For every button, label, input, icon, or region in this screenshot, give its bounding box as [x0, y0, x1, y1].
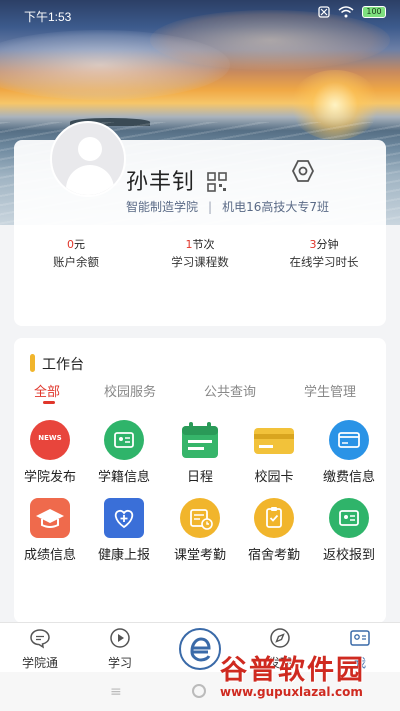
grid-item-label: 校园卡 — [254, 470, 294, 485]
calendar-icon — [180, 420, 220, 460]
payment-icon — [329, 420, 369, 460]
grid-item-label: 课堂考勤 — [173, 548, 226, 563]
news-badge-text: NEWS — [38, 434, 62, 442]
graduation-cap-icon — [30, 498, 70, 538]
grid-item-dorm-attendance[interactable]: 宿舍考勤 — [237, 498, 311, 563]
qr-code-icon[interactable] — [207, 172, 227, 192]
avatar-head — [78, 137, 102, 161]
battery-icon: 100 — [362, 6, 386, 18]
tab-student-management[interactable]: 学生管理 — [304, 381, 356, 400]
menu-icon[interactable]: ≡ — [110, 684, 122, 700]
watermark: 谷普软件园 www.gupuxlazal.com — [220, 648, 400, 700]
avatar-body — [66, 165, 114, 195]
avatar[interactable] — [50, 121, 126, 197]
grid-item-campus-card[interactable]: 校园卡 — [237, 420, 311, 485]
stat-unit: 节次 — [192, 238, 215, 251]
nav-label: 学习 — [107, 656, 132, 670]
status-bar: 下午1:53 100 — [0, 0, 400, 28]
stat-label: 在线学习时长 — [289, 255, 359, 269]
stat-value: 1 — [185, 238, 193, 251]
watermark-title: 谷普软件园 — [220, 655, 365, 686]
stat-study-time[interactable]: 3分钟 在线学习时长 — [262, 236, 386, 270]
home-icon[interactable] — [192, 684, 206, 698]
class-attendance-icon — [180, 498, 220, 538]
stat-label: 账户余额 — [53, 255, 99, 269]
stat-unit: 元 — [74, 238, 85, 251]
user-name: 孙丰钊 — [126, 170, 196, 195]
news-icon: NEWS — [30, 420, 70, 460]
grid-item-label: 缴费信息 — [322, 470, 375, 485]
stat-label: 学习课程数 — [171, 255, 229, 269]
grid-item-label: 学籍信息 — [97, 470, 150, 485]
profile-icon — [350, 630, 370, 646]
title-accent-bar — [30, 354, 35, 372]
dorm-attendance-icon — [254, 498, 294, 538]
grid-item-payment-info[interactable]: 缴费信息 — [312, 420, 386, 485]
center-logo-icon[interactable] — [179, 628, 221, 670]
school-info: 智能制造学院 | 机电16高技大专7班 — [126, 198, 329, 215]
stat-balance[interactable]: 0元 账户余额 — [14, 236, 138, 270]
stat-value: 3 — [309, 238, 317, 251]
workbench-tabs: 全部 校园服务 公共查询 学生管理 — [14, 381, 386, 411]
grid-item-label: 宿舍考勤 — [247, 548, 300, 563]
nav-item-college[interactable]: 学院通 — [10, 627, 70, 671]
card-icon — [254, 420, 294, 460]
compass-icon — [270, 628, 290, 648]
grid-item-college-news[interactable]: NEWS 学院发布 — [13, 420, 87, 485]
tab-campus-services[interactable]: 校园服务 — [104, 381, 156, 400]
wifi-icon — [338, 6, 354, 18]
nav-label: 学院通 — [21, 656, 58, 670]
grid-item-schedule[interactable]: 日程 — [163, 420, 237, 485]
id-card-icon — [104, 420, 144, 460]
workbench-card: 工作台 全部 校园服务 公共查询 学生管理 NEWS 学院发布 学籍信息 日程 … — [14, 338, 386, 623]
status-time: 下午1:53 — [24, 10, 72, 24]
class-name: 机电16高技大专7班 — [222, 200, 329, 214]
grid-item-label: 日程 — [186, 470, 213, 485]
grid-item-label: 成绩信息 — [23, 548, 76, 563]
nav-item-study[interactable]: 学习 — [90, 627, 150, 671]
grid-item-label: 健康上报 — [97, 548, 150, 563]
chat-bubble-icon — [30, 629, 50, 649]
tab-active-indicator — [43, 401, 55, 404]
tab-public-query[interactable]: 公共查询 — [204, 381, 256, 400]
grid-item-label: 学院发布 — [23, 470, 76, 485]
stat-value: 0 — [67, 238, 74, 251]
grid-item-health-report[interactable]: 健康上报 — [87, 498, 161, 563]
grid-item-return-check-in[interactable]: 返校报到 — [312, 498, 386, 563]
settings-icon[interactable] — [290, 158, 316, 184]
grid-item-class-attendance[interactable]: 课堂考勤 — [163, 498, 237, 563]
stat-courses[interactable]: 1节次 学习课程数 — [138, 236, 262, 270]
sim-icon — [318, 6, 330, 18]
health-report-icon — [104, 498, 144, 538]
watermark-url: www.gupuxlazal.com — [220, 685, 363, 699]
grid-item-grades[interactable]: 成绩信息 — [13, 498, 87, 563]
tab-all[interactable]: 全部 — [34, 381, 60, 400]
grid-item-student-status[interactable]: 学籍信息 — [87, 420, 161, 485]
play-icon — [110, 628, 130, 648]
stat-unit: 分钟 — [316, 238, 339, 251]
status-icons: 100 — [318, 6, 386, 18]
stats-card: 0元 账户余额 1节次 学习课程数 3分钟 在线学习时长 — [14, 226, 386, 326]
separator: | — [208, 200, 213, 214]
college-name: 智能制造学院 — [126, 200, 199, 214]
return-check-in-icon — [329, 498, 369, 538]
grid-item-label: 返校报到 — [322, 548, 375, 563]
workbench-title: 工作台 — [42, 357, 84, 373]
